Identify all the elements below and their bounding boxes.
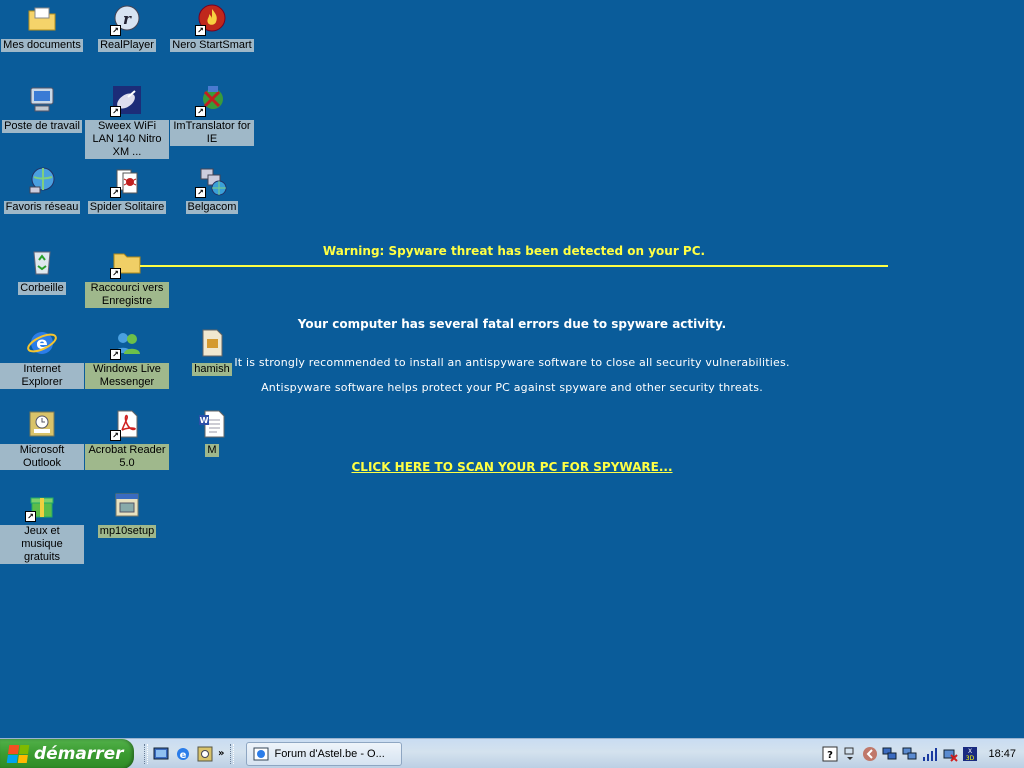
icon-label: Belgacom bbox=[185, 201, 239, 214]
svg-text:e: e bbox=[180, 750, 187, 761]
network-globe-icon: ↗ bbox=[195, 164, 229, 198]
messenger-buddies-icon: ↗ bbox=[110, 326, 144, 360]
internet-explorer-icon[interactable]: e bbox=[174, 745, 192, 763]
icon-label: Favoris réseau bbox=[3, 201, 81, 214]
nero-flame-icon: ↗ bbox=[195, 2, 229, 36]
desktop-icon-m[interactable]: W M bbox=[170, 407, 254, 457]
spyware-main-message: Your computer has several fatal errors d… bbox=[297, 317, 727, 331]
start-button-label: démarrer bbox=[34, 743, 124, 764]
gift-box-icon: ↗ bbox=[25, 488, 59, 522]
desktop-icon-jeux-et-musique[interactable]: ↗ Jeux et musique gratuits bbox=[0, 488, 84, 564]
shortcut-arrow-icon: ↗ bbox=[195, 25, 206, 36]
document-file-icon bbox=[195, 326, 229, 360]
icon-label: Nero StartSmart bbox=[170, 39, 254, 52]
svg-text:X: X bbox=[968, 748, 972, 755]
show-desktop-icon[interactable] bbox=[152, 745, 170, 763]
desktop-icon-poste-de-travail[interactable]: Poste de travail bbox=[0, 83, 84, 133]
network-connection-2-icon[interactable] bbox=[902, 746, 918, 762]
toolbar-grip[interactable] bbox=[144, 743, 148, 764]
icon-label: Corbeille bbox=[18, 282, 66, 295]
translator-globe-icon: ↗ bbox=[195, 83, 229, 117]
folder-documents-icon bbox=[25, 2, 59, 36]
network-disconnected-icon[interactable] bbox=[942, 746, 959, 762]
realplayer-icon: r ↗ bbox=[110, 2, 144, 36]
icon-label: Spider Solitaire bbox=[87, 201, 167, 214]
start-button[interactable]: démarrer bbox=[0, 738, 134, 768]
desktop: Mes documents Poste de travail Favoris r… bbox=[0, 0, 1024, 738]
desktop-icon-favoris-reseau[interactable]: Favoris réseau bbox=[0, 164, 84, 214]
folder-icon: ↗ bbox=[110, 245, 144, 279]
tray-expand-icon[interactable] bbox=[862, 746, 878, 762]
outlook-quicklaunch-icon[interactable] bbox=[196, 745, 214, 763]
icon-label: Mes documents bbox=[1, 39, 83, 52]
desktop-icon-spider-solitaire[interactable]: ↗ Spider Solitaire bbox=[85, 164, 169, 214]
spyware-warning-title: Warning: Spyware threat has been detecte… bbox=[322, 244, 706, 258]
internet-explorer-icon: e bbox=[25, 326, 59, 360]
computer-icon bbox=[25, 83, 59, 117]
shortcut-arrow-icon: ↗ bbox=[110, 106, 121, 117]
spyware-recommend-text: It is strongly recommended to install an… bbox=[234, 356, 790, 369]
icon-label: Sweex WiFi LAN 140 Nitro XM ... bbox=[85, 120, 169, 159]
desktop-icon-imtranslator[interactable]: ↗ ImTranslator for IE bbox=[170, 83, 254, 146]
svg-text:r: r bbox=[123, 10, 132, 28]
outlook-icon bbox=[25, 407, 59, 441]
ie-window-icon bbox=[253, 747, 269, 760]
icon-label: RealPlayer bbox=[98, 39, 156, 52]
desktop-icon-mp10setup[interactable]: mp10setup bbox=[85, 488, 169, 538]
windows-logo-icon bbox=[6, 744, 30, 763]
network-places-icon bbox=[25, 164, 59, 198]
icon-label: mp10setup bbox=[97, 525, 157, 538]
desktop-icon-corbeille[interactable]: Corbeille bbox=[0, 245, 84, 295]
shortcut-arrow-icon: ↗ bbox=[110, 430, 121, 441]
shortcut-arrow-icon: ↗ bbox=[110, 268, 121, 279]
desktop-icon-sweex-wifi[interactable]: ↗ Sweex WiFi LAN 140 Nitro XM ... bbox=[85, 83, 169, 159]
taskbar-window-button[interactable]: Forum d'Astel.be - O... bbox=[246, 741, 403, 766]
desktop-icon-realplayer[interactable]: r ↗ RealPlayer bbox=[85, 2, 169, 52]
taskbar-window-label: Forum d'Astel.be - O... bbox=[274, 747, 385, 760]
icon-label: ImTranslator for IE bbox=[170, 120, 254, 146]
desktop-icon-mes-documents[interactable]: Mes documents bbox=[0, 2, 84, 52]
shortcut-arrow-icon: ↗ bbox=[195, 106, 206, 117]
word-document-icon: W bbox=[195, 407, 229, 441]
quick-launch: e bbox=[152, 745, 214, 763]
desktop-icon-nero-startsmart[interactable]: ↗ Nero StartSmart bbox=[170, 2, 254, 52]
xear-3d-icon[interactable]: X 3D bbox=[962, 746, 978, 762]
satellite-dish-icon: ↗ bbox=[110, 83, 144, 117]
acrobat-document-icon: ↗ bbox=[110, 407, 144, 441]
system-tray: ? X 3D 18:47 bbox=[816, 739, 1024, 768]
help-icon[interactable]: ? bbox=[822, 746, 838, 762]
icon-label: Jeux et musique gratuits bbox=[0, 525, 84, 564]
clock[interactable]: 18:47 bbox=[988, 748, 1016, 760]
icon-label: M bbox=[205, 444, 219, 457]
recycle-bin-icon bbox=[25, 245, 59, 279]
icon-label: Raccourci vers Enregistre bbox=[85, 282, 169, 308]
network-connection-icon[interactable] bbox=[882, 746, 898, 762]
spyware-helps-text: Antispyware software helps protect your … bbox=[261, 381, 763, 394]
svg-text:3D: 3D bbox=[966, 755, 975, 762]
warning-divider bbox=[140, 265, 888, 267]
scan-pc-link[interactable]: CLICK HERE TO SCAN YOUR PC FOR SPYWARE..… bbox=[0, 460, 1024, 474]
quick-launch-overflow-icon[interactable]: » bbox=[218, 748, 224, 759]
svg-text:?: ? bbox=[828, 750, 834, 761]
shortcut-arrow-icon: ↗ bbox=[195, 187, 206, 198]
taskbar: démarrer e » Forum d'Astel.be - O... ? X… bbox=[0, 738, 1024, 768]
toolbar-grip[interactable] bbox=[230, 743, 235, 764]
desktop-icon-belgacom[interactable]: ↗ Belgacom bbox=[170, 164, 254, 214]
signal-strength-icon[interactable] bbox=[922, 746, 938, 762]
icon-label: Poste de travail bbox=[2, 120, 82, 133]
language-bar-icon[interactable] bbox=[842, 746, 858, 762]
shortcut-arrow-icon: ↗ bbox=[110, 187, 121, 198]
svg-text:W: W bbox=[200, 416, 209, 425]
shortcut-arrow-icon: ↗ bbox=[25, 511, 36, 522]
shortcut-arrow-icon: ↗ bbox=[110, 25, 121, 36]
installer-icon bbox=[110, 488, 144, 522]
spider-cards-icon: ↗ bbox=[110, 164, 144, 198]
